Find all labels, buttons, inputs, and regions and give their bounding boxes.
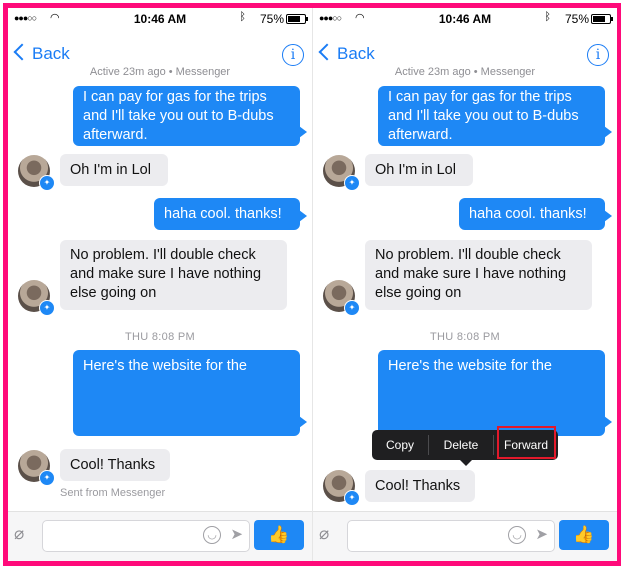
message-text: Here's the website for the xyxy=(83,358,247,374)
message-bubble-outgoing[interactable]: haha cool. thanks! xyxy=(154,198,307,230)
message-line: No problem. I'll double check xyxy=(70,247,256,263)
message-input[interactable]: ◡ ➤ xyxy=(347,520,555,552)
bluetooth-icon: ᛒ xyxy=(544,11,551,23)
chevron-left-icon xyxy=(318,43,336,61)
message-line: and I'll take you out to B-dubs xyxy=(83,108,274,124)
thumbs-up-icon[interactable]: 👍 xyxy=(559,520,609,550)
message-line: I can pay for gas for the trips xyxy=(83,89,267,105)
battery-percent: 75% xyxy=(564,12,589,26)
message-line: afterward. xyxy=(388,127,453,143)
copy-menu-item[interactable]: Copy xyxy=(372,430,428,460)
phone-screen-right: ●●●○○ ◠ 10:46 AM ᛒ 75% Back i Active 23m… xyxy=(312,8,617,561)
battery-percent: 75% xyxy=(259,12,284,26)
message-line: No problem. I'll double check xyxy=(375,247,561,263)
active-status: Active 23m ago • Messenger xyxy=(394,66,536,78)
message-line: and I'll take you out to B-dubs xyxy=(388,108,579,124)
messenger-badge-icon: ✦ xyxy=(344,490,360,506)
phone-screen-left: ●●●○○ ◠ 10:46 AM ᛒ 75% Back i Active 23m… xyxy=(8,8,312,561)
messenger-badge-icon: ✦ xyxy=(39,470,55,486)
paperclip-icon[interactable]: ⌀ xyxy=(14,524,24,544)
chevron-left-icon xyxy=(13,43,31,61)
battery-icon xyxy=(286,14,308,24)
back-label: Back xyxy=(32,44,70,63)
messenger-badge-icon: ✦ xyxy=(344,175,360,191)
send-arrow-icon[interactable]: ➤ xyxy=(535,525,548,543)
message-bubble-outgoing-selected[interactable]: Here's the website for the xyxy=(378,350,612,436)
thumbs-up-icon[interactable]: 👍 xyxy=(254,520,304,550)
back-button[interactable]: Back xyxy=(318,43,375,64)
status-bar: ●●●○○ ◠ 10:46 AM ᛒ 75% xyxy=(313,10,617,28)
message-bubble-incoming[interactable]: No problem. I'll double check and make s… xyxy=(60,240,287,310)
message-line: and make sure I have nothing xyxy=(70,266,262,282)
message-bubble-outgoing[interactable]: I can pay for gas for the trips and I'll… xyxy=(378,86,612,146)
status-bar: ●●●○○ ◠ 10:46 AM ᛒ 75% xyxy=(8,10,312,28)
info-icon[interactable]: i xyxy=(587,44,609,66)
message-line: I can pay for gas for the trips xyxy=(388,89,572,105)
send-arrow-icon[interactable]: ➤ xyxy=(230,525,243,543)
messenger-badge-icon: ✦ xyxy=(39,175,55,191)
message-text: Oh I'm in Lol xyxy=(375,162,456,178)
message-bubble-incoming[interactable]: No problem. I'll double check and make s… xyxy=(365,240,592,310)
message-bubble-outgoing[interactable]: I can pay for gas for the trips and I'll… xyxy=(73,86,307,146)
message-line: else going on xyxy=(70,285,157,301)
message-text: Here's the website for the xyxy=(388,358,552,374)
forward-highlight-box xyxy=(497,426,556,459)
compose-bar: ⌀ ◡ ➤ 👍 xyxy=(8,511,312,561)
message-bubble-incoming[interactable]: Cool! Thanks xyxy=(60,449,170,481)
battery-icon xyxy=(591,14,613,24)
sent-from-label: Sent from Messenger xyxy=(60,487,166,499)
message-text: Oh I'm in Lol xyxy=(70,162,151,178)
context-menu: Copy Delete Forward xyxy=(372,426,558,466)
message-text: Cool! Thanks xyxy=(375,478,461,494)
smiley-icon[interactable]: ◡ xyxy=(203,526,221,544)
nav-bar: Back i Active 23m ago • Messenger xyxy=(313,30,617,90)
message-input[interactable]: ◡ ➤ xyxy=(42,520,250,552)
compose-bar: ⌀ ◡ ➤ 👍 xyxy=(313,511,617,561)
active-status: Active 23m ago • Messenger xyxy=(89,66,231,78)
bluetooth-icon: ᛒ xyxy=(239,11,246,23)
smiley-icon[interactable]: ◡ xyxy=(508,526,526,544)
messenger-badge-icon: ✦ xyxy=(344,300,360,316)
delete-menu-item[interactable]: Delete xyxy=(429,430,493,460)
message-text: haha cool. thanks! xyxy=(469,206,587,222)
message-line: afterward. xyxy=(83,127,148,143)
message-text: haha cool. thanks! xyxy=(164,206,282,222)
timestamp-divider: THU 8:08 PM xyxy=(125,331,195,343)
message-bubble-outgoing[interactable]: Here's the website for the xyxy=(73,350,307,436)
info-icon[interactable]: i xyxy=(282,44,304,66)
pink-border-frame: ●●●○○ ◠ 10:46 AM ᛒ 75% Back i Active 23m… xyxy=(3,3,621,566)
back-label: Back xyxy=(337,44,375,63)
messenger-badge-icon: ✦ xyxy=(39,300,55,316)
paperclip-icon[interactable]: ⌀ xyxy=(319,524,329,544)
message-bubble-outgoing[interactable]: haha cool. thanks! xyxy=(459,198,612,230)
message-line: and make sure I have nothing xyxy=(375,266,567,282)
timestamp-divider: THU 8:08 PM xyxy=(430,331,500,343)
message-line: else going on xyxy=(375,285,462,301)
message-bubble-incoming[interactable]: Cool! Thanks xyxy=(365,470,475,502)
back-button[interactable]: Back xyxy=(13,43,70,64)
nav-bar: Back i Active 23m ago • Messenger xyxy=(8,30,312,90)
message-bubble-incoming[interactable]: Oh I'm in Lol xyxy=(365,154,473,186)
message-bubble-incoming[interactable]: Oh I'm in Lol xyxy=(60,154,168,186)
message-text: Cool! Thanks xyxy=(70,457,156,473)
